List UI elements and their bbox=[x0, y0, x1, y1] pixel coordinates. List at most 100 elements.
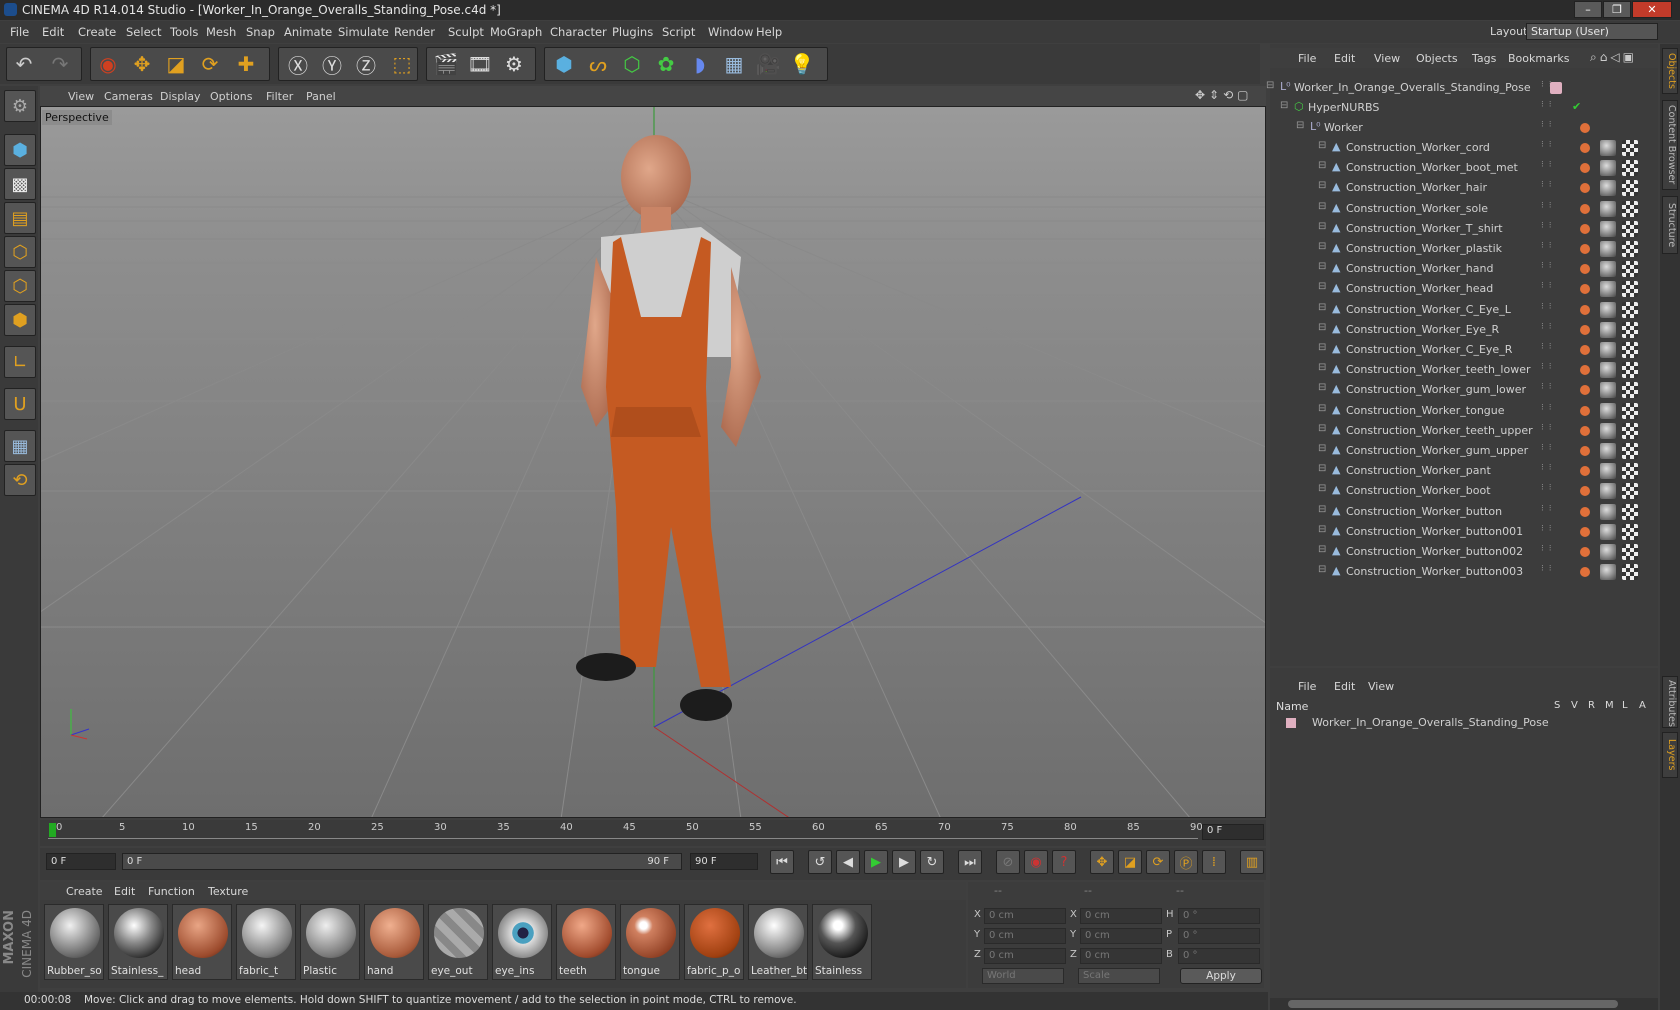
uvw-tag-icon[interactable] bbox=[1622, 261, 1638, 278]
menu-item-snap[interactable]: Snap bbox=[246, 25, 275, 39]
phong-tag-icon[interactable] bbox=[1580, 365, 1590, 376]
render-settings-icon[interactable]: ⚙ bbox=[498, 48, 530, 80]
uvw-tag-icon[interactable] bbox=[1622, 342, 1638, 358]
om-object-row[interactable]: ⊟ ▲ Construction_Worker_Eye_R ⁝ ⁝ bbox=[1270, 320, 1658, 340]
end-frame-field[interactable]: 90 F bbox=[690, 853, 758, 870]
playhead[interactable] bbox=[49, 823, 56, 837]
uvw-tag-icon[interactable] bbox=[1622, 301, 1638, 318]
tree-expander-icon[interactable]: ⊟ bbox=[1318, 362, 1326, 373]
material-tag-icon[interactable] bbox=[1600, 321, 1616, 338]
timeline-icon[interactable]: ▥ bbox=[1240, 850, 1264, 874]
points-mode-icon[interactable]: ⬡ bbox=[4, 236, 36, 268]
menu-item-plugins[interactable]: Plugins bbox=[612, 25, 653, 39]
om-object-row[interactable]: ⊟ ▲ Construction_Worker_boot ⁝ ⁝ bbox=[1270, 481, 1658, 501]
uvw-tag-icon[interactable] bbox=[1622, 422, 1638, 439]
workplane-mode-icon[interactable]: ▤ bbox=[4, 202, 36, 234]
tree-expander-icon[interactable]: ⊟ bbox=[1318, 423, 1326, 434]
visibility-dots[interactable]: ⁝ ⁝ bbox=[1541, 261, 1553, 271]
om-menu-view[interactable]: View bbox=[1374, 52, 1400, 65]
material-swatch[interactable]: eye_out bbox=[428, 904, 488, 980]
coord-size-field[interactable]: 0 cm bbox=[1080, 908, 1162, 924]
menu-item-sculpt[interactable]: Sculpt bbox=[448, 25, 484, 39]
visibility-dots[interactable]: ⁝ ⁝ bbox=[1541, 180, 1553, 190]
uvw-tag-icon[interactable] bbox=[1622, 160, 1638, 177]
tree-expander-icon[interactable]: ⊟ bbox=[1318, 160, 1326, 171]
material-swatch[interactable]: Stainless_ bbox=[108, 904, 168, 980]
menu-item-tools[interactable]: Tools bbox=[170, 25, 198, 39]
menu-item-create[interactable]: Create bbox=[78, 25, 116, 39]
key-parameter-icon[interactable]: Ⓟ bbox=[1174, 850, 1198, 874]
model-mode-icon[interactable]: ⬢ bbox=[4, 134, 36, 166]
om-object-row[interactable]: ⊟ ▲ Construction_Worker_button ⁝ ⁝ bbox=[1270, 502, 1658, 522]
material-tag-icon[interactable] bbox=[1600, 422, 1616, 439]
make-editable-icon[interactable]: ⚙ bbox=[4, 90, 36, 122]
visibility-dots[interactable]: ⁝ ⁝ bbox=[1541, 524, 1553, 534]
material-tag-icon[interactable] bbox=[1600, 544, 1616, 560]
material-swatch[interactable]: head bbox=[172, 904, 232, 980]
visibility-dots[interactable]: ⁝ ⁝ bbox=[1541, 120, 1553, 130]
snap-icon[interactable]: U bbox=[4, 388, 36, 420]
material-menu-edit[interactable]: Edit bbox=[114, 885, 135, 898]
om-object-row[interactable]: ⊟ ▲ Construction_Worker_boot_met ⁝ ⁝ bbox=[1270, 158, 1658, 178]
next-key-icon[interactable]: ↻ bbox=[920, 850, 944, 874]
coordinate-system-icon[interactable]: ⬚ bbox=[386, 48, 418, 80]
visibility-dots[interactable]: ⁝ ⁝ bbox=[1541, 160, 1553, 170]
phong-tag-icon[interactable] bbox=[1580, 244, 1590, 254]
tree-expander-icon[interactable]: ⊟ bbox=[1318, 382, 1326, 393]
phong-tag-icon[interactable] bbox=[1580, 284, 1590, 295]
phong-tag-icon[interactable] bbox=[1580, 123, 1590, 133]
material-tag-icon[interactable] bbox=[1600, 443, 1616, 459]
spline-icon[interactable]: ᔕ bbox=[582, 48, 614, 80]
visibility-dots[interactable]: ⁝ ⁝ bbox=[1541, 241, 1553, 251]
layer-color-swatch[interactable] bbox=[1286, 718, 1296, 728]
rotate-icon[interactable]: ⟳ bbox=[194, 48, 226, 80]
tree-expander-icon[interactable]: ⊟ bbox=[1318, 342, 1326, 353]
uvw-tag-icon[interactable] bbox=[1622, 281, 1638, 298]
layer-menu-file[interactable]: File bbox=[1298, 680, 1316, 693]
side-tab-content-browser[interactable]: Content Browser bbox=[1662, 100, 1678, 190]
menu-item-window[interactable]: Window bbox=[708, 25, 753, 39]
phong-tag-icon[interactable] bbox=[1580, 143, 1590, 153]
y-axis-icon[interactable]: Ⓨ bbox=[316, 48, 348, 80]
side-tab-layers[interactable]: Layers bbox=[1662, 732, 1678, 778]
current-frame-field[interactable]: 0 F bbox=[1202, 824, 1264, 840]
menu-item-animate[interactable]: Animate bbox=[284, 25, 332, 39]
start-frame-field[interactable]: 0 F bbox=[46, 853, 116, 870]
material-tag-icon[interactable] bbox=[1600, 200, 1616, 217]
key-scale-icon[interactable]: ◪ bbox=[1118, 850, 1142, 874]
array-icon[interactable]: ✿ bbox=[650, 48, 682, 80]
minimize-button[interactable]: – bbox=[1574, 1, 1602, 18]
camera-icon[interactable]: 🎥 bbox=[752, 48, 784, 80]
menu-item-select[interactable]: Select bbox=[126, 25, 161, 39]
tree-expander-icon[interactable]: ⊟ bbox=[1318, 281, 1326, 292]
material-swatch[interactable]: teeth bbox=[556, 904, 616, 980]
tree-expander-icon[interactable]: ⊟ bbox=[1318, 403, 1326, 414]
uvw-tag-icon[interactable] bbox=[1622, 443, 1638, 459]
layer-scrollbar[interactable] bbox=[1270, 998, 1658, 1010]
om-object-row[interactable]: ⊟ ▲ Construction_Worker_button001 ⁝ ⁝ bbox=[1270, 522, 1658, 542]
move-icon[interactable]: ✥ bbox=[126, 48, 158, 80]
layer-menu-view[interactable]: View bbox=[1368, 680, 1394, 693]
record-position-icon[interactable]: ⊘ bbox=[996, 850, 1020, 874]
phong-tag-icon[interactable] bbox=[1580, 345, 1590, 355]
viewport-menu-cameras[interactable]: Cameras bbox=[104, 90, 153, 103]
close-button[interactable]: ✕ bbox=[1632, 1, 1672, 18]
play-icon[interactable]: ▶ bbox=[864, 850, 888, 874]
uvw-tag-icon[interactable] bbox=[1622, 564, 1638, 581]
tree-expander-icon[interactable]: ⊟ bbox=[1318, 180, 1326, 191]
visibility-dots[interactable]: ⁝ ⁝ bbox=[1541, 140, 1553, 150]
visibility-dots[interactable]: ⁝ ⁝ bbox=[1541, 544, 1553, 554]
material-swatch[interactable]: Rubber_so bbox=[44, 904, 104, 980]
render-picture-viewer-icon[interactable]: 🎞 bbox=[464, 48, 496, 80]
material-tag-icon[interactable] bbox=[1600, 261, 1616, 278]
maximize-button[interactable]: ❐ bbox=[1603, 1, 1631, 18]
coord-pos-field[interactable]: 0 cm bbox=[984, 928, 1066, 944]
material-tag-icon[interactable] bbox=[1600, 160, 1616, 177]
material-tag-icon[interactable] bbox=[1600, 382, 1616, 399]
side-tab-structure[interactable]: Structure bbox=[1662, 196, 1678, 254]
tree-expander-icon[interactable]: ⊟ bbox=[1318, 140, 1326, 151]
go-to-end-icon[interactable]: ⏭ bbox=[958, 850, 982, 874]
material-tag-icon[interactable] bbox=[1600, 564, 1616, 581]
om-object-row[interactable]: ⊟ ▲ Construction_Worker_gum_lower ⁝ ⁝ bbox=[1270, 380, 1658, 400]
previous-frame-icon[interactable]: ◀ bbox=[836, 850, 860, 874]
